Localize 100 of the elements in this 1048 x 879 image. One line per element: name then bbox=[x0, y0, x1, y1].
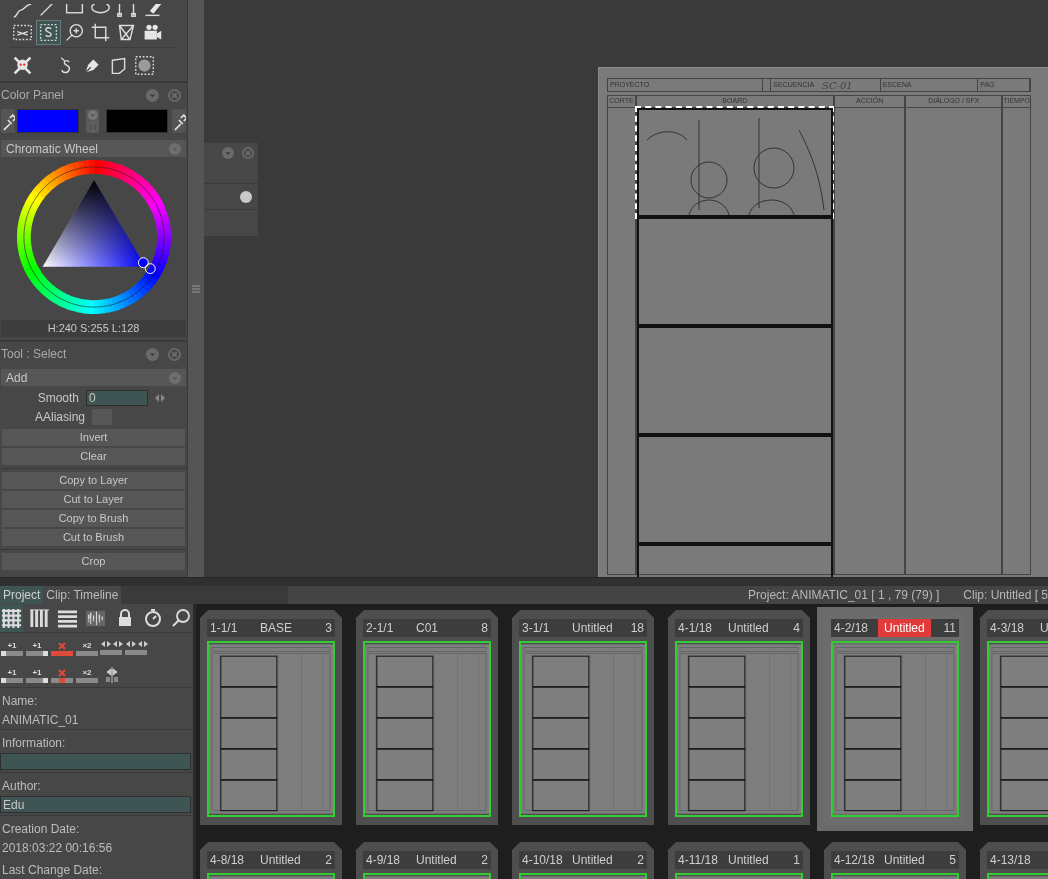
clip-card[interactable]: 4-12/18 Untitled 5 bbox=[824, 842, 966, 879]
clip-name: BASE bbox=[259, 620, 293, 637]
splitter-grip-icon[interactable] bbox=[192, 283, 200, 294]
move-icon bbox=[125, 639, 149, 656]
color-wheel[interactable] bbox=[14, 158, 173, 316]
bar-icon bbox=[1, 650, 23, 656]
clip-name: Untitled bbox=[727, 620, 770, 637]
color-swatch[interactable] bbox=[106, 109, 169, 133]
grid-view-icon bbox=[1, 607, 22, 629]
swap-colors-icon[interactable] bbox=[85, 109, 100, 133]
clip-card[interactable]: 4-10/18 Untitled 2 bbox=[512, 842, 654, 879]
status-text: Project: ANIMATIC_01 [ 1 , 79 (79) ] bbox=[748, 587, 940, 604]
panel-tab[interactable]: Clip: Timeline bbox=[43, 586, 122, 604]
clip-id: 3-1/1 bbox=[522, 620, 551, 637]
mode-dropdown[interactable]: Add bbox=[1, 369, 186, 386]
clip-id: 4-10/18 bbox=[522, 852, 564, 869]
field-label: Smooth bbox=[36, 389, 80, 407]
bar-icon bbox=[51, 650, 73, 656]
clip-card[interactable]: 2-1/1 C01 8 bbox=[356, 610, 498, 825]
panel-button[interactable]: Cut to Layer bbox=[2, 491, 185, 508]
selection-tool[interactable] bbox=[36, 19, 61, 45]
panel-button[interactable]: Copy to Brush bbox=[2, 510, 185, 527]
panel-title: Color Panel bbox=[1, 87, 65, 104]
field-label: AAliasing bbox=[33, 408, 86, 426]
panel-button[interactable]: Invert bbox=[2, 429, 185, 446]
search-icon[interactable] bbox=[171, 608, 191, 628]
clip-id: 4-8/18 bbox=[210, 852, 246, 869]
clip-id: 4-11/18 bbox=[678, 852, 719, 869]
clip-count: 1 bbox=[792, 852, 800, 869]
panel-button[interactable]: Cut to Brush bbox=[2, 529, 185, 546]
storyboard-panel[interactable] bbox=[636, 216, 833, 326]
panel-button[interactable]: Copy to Layer bbox=[2, 472, 185, 489]
clip-name: U bbox=[1039, 620, 1048, 637]
clip-card[interactable]: 4-1/18 Untitled 4 bbox=[668, 610, 810, 825]
timeline-action-button[interactable]: +1 bbox=[0, 637, 24, 656]
timeline-action-button[interactable]: ×2 bbox=[75, 637, 99, 656]
smooth-field[interactable]: 0 bbox=[86, 389, 148, 406]
clip-card[interactable]: 1-1/1 BASE 3 bbox=[200, 610, 342, 825]
clip-card[interactable]: 3-1/1 Untitled 18 bbox=[512, 610, 654, 825]
panel-tab[interactable]: Project bbox=[0, 586, 44, 604]
clip-count: 2 bbox=[480, 852, 488, 869]
stepper-icon[interactable] bbox=[155, 393, 165, 402]
skull-crossbones-icon bbox=[12, 54, 33, 76]
clip-id: 4-12/18 bbox=[834, 852, 876, 869]
timeline-action-button[interactable]: +1 bbox=[25, 637, 49, 656]
move-icon bbox=[100, 639, 124, 656]
timeline-action-button[interactable]: ×2 bbox=[75, 664, 99, 683]
panel-button[interactable]: Crop bbox=[2, 553, 185, 570]
clip-count: 2 bbox=[636, 852, 644, 869]
storyboard-panel[interactable] bbox=[636, 325, 833, 435]
bar-icon bbox=[1, 677, 23, 683]
clip-card[interactable]: 4-3/18 U bbox=[980, 610, 1048, 825]
clip-name: Untitled bbox=[259, 852, 302, 869]
pattern-icon bbox=[134, 54, 155, 76]
columns-view-icon bbox=[29, 607, 50, 629]
mode-dropdown[interactable]: Chromatic Wheel bbox=[1, 140, 186, 157]
bar-icon bbox=[51, 677, 73, 683]
field-label: Information: bbox=[1, 735, 67, 750]
clip-id: 1-1/1 bbox=[210, 620, 239, 637]
clip-count: 5 bbox=[948, 852, 956, 869]
panel-title: Tool : Select bbox=[1, 346, 68, 363]
delete-icon bbox=[58, 668, 66, 677]
eyedropper-icon[interactable] bbox=[1, 109, 15, 133]
selection-icon bbox=[38, 21, 59, 43]
bar-icon bbox=[26, 677, 48, 683]
clip-name: Untitled bbox=[727, 852, 770, 869]
caret-icon bbox=[169, 371, 181, 384]
field-label: Name: bbox=[1, 693, 39, 708]
clip-card[interactable]: 4-11/18 Untitled 1 bbox=[668, 842, 810, 879]
timeline-action-button[interactable]: +1 bbox=[0, 664, 24, 683]
stopwatch-icon[interactable] bbox=[143, 608, 163, 628]
status-text: Clip: Untitled [ 5 bbox=[963, 587, 1048, 604]
clip-card[interactable]: 4-13/18 bbox=[980, 842, 1048, 879]
storyboard-panel[interactable] bbox=[636, 434, 833, 544]
color-swatch[interactable] bbox=[16, 109, 79, 133]
clip-card[interactable]: 4-9/18 Untitled 2 bbox=[356, 842, 498, 879]
eyedropper-icon[interactable] bbox=[172, 109, 187, 133]
clip-count: 3 bbox=[324, 620, 332, 637]
clip-id: 4-2/18 bbox=[834, 620, 870, 637]
field-value: ANIMATIC_01 bbox=[1, 712, 80, 727]
clip-id: 4-13/18 bbox=[990, 852, 1032, 869]
clip-count: 11 bbox=[942, 620, 956, 637]
clip-name: Untitled bbox=[883, 852, 926, 869]
panel-button[interactable]: Clear bbox=[2, 448, 185, 465]
text-field[interactable] bbox=[0, 753, 191, 770]
clip-card[interactable]: 4-8/18 Untitled 2 bbox=[200, 842, 342, 879]
view-button[interactable] bbox=[0, 604, 23, 632]
clip-id: 4-3/18 bbox=[990, 620, 1026, 637]
clip-id: 4-9/18 bbox=[366, 852, 402, 869]
clip-count: 18 bbox=[629, 620, 644, 637]
freehand-icon bbox=[12, 4, 33, 18]
bar-icon bbox=[26, 650, 48, 656]
caret-icon bbox=[169, 142, 181, 155]
clip-name: C01 bbox=[415, 620, 439, 637]
clip-name: Untitled bbox=[878, 619, 931, 637]
timeline-action-button[interactable]: +1 bbox=[25, 664, 49, 683]
text-field[interactable]: Edu bbox=[0, 796, 191, 813]
split-icon bbox=[105, 666, 119, 683]
dot-icon[interactable] bbox=[240, 190, 252, 203]
clip-name: Untitled bbox=[415, 852, 458, 869]
